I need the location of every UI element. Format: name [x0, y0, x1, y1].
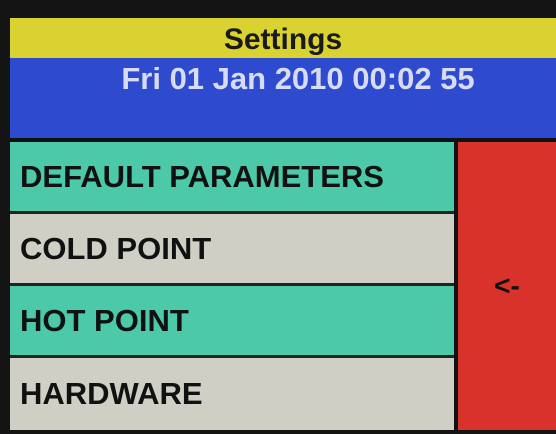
device-screen: Settings Fri 01 Jan 2010 00:02 55 DEFAUL… — [10, 18, 556, 430]
back-arrow-icon: <- — [494, 270, 520, 301]
datetime-display: Fri 01 Jan 2010 00:02 55 — [121, 61, 475, 96]
cold-point-label: COLD POINT — [20, 230, 212, 266]
datetime-bar: Fri 01 Jan 2010 00:02 55 — [10, 58, 556, 138]
page-title: Settings — [223, 23, 343, 56]
hardware-label: HARDWARE — [20, 376, 203, 411]
settings-menu: DEFAULT PARAMETERS COLD POINT HOT POINT … — [10, 142, 456, 430]
default-parameters-button[interactable]: DEFAULT PARAMETERS — [10, 142, 454, 214]
hot-point-label: HOT POINT — [20, 302, 189, 338]
hardware-button[interactable]: HARDWARE — [10, 358, 454, 430]
hot-point-button[interactable]: HOT POINT — [10, 286, 454, 358]
default-parameters-label: DEFAULT PARAMETERS — [20, 158, 384, 194]
back-button[interactable]: <- — [458, 142, 556, 430]
title-bar: Settings — [10, 18, 556, 58]
cold-point-button[interactable]: COLD POINT — [10, 214, 454, 286]
